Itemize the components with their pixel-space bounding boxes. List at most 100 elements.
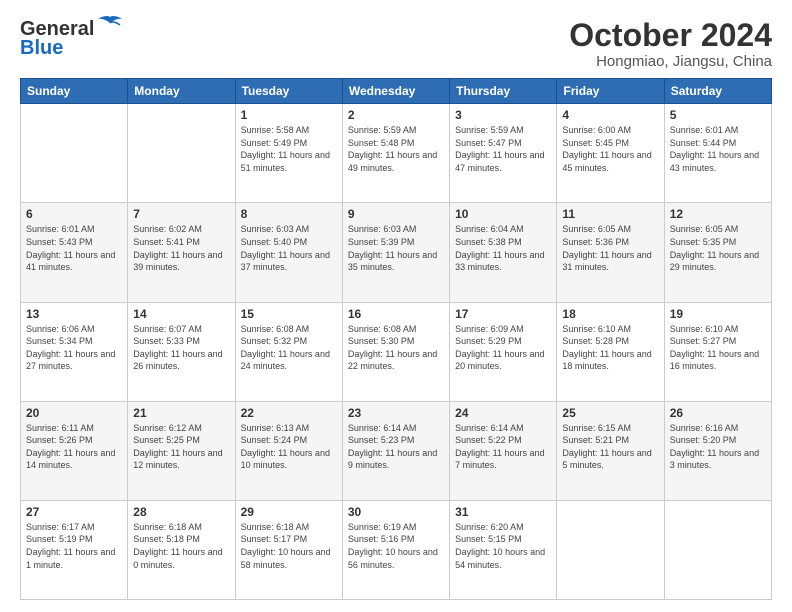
table-row: 26 Sunrise: 6:16 AM Sunset: 5:20 PM Dayli…: [664, 401, 771, 500]
day-info: Sunrise: 6:01 AM Sunset: 5:43 PM Dayligh…: [26, 223, 122, 273]
table-row: 4Sunrise: 6:00 AM Sunset: 5:45 PM Daylig…: [557, 104, 664, 203]
table-row: 10Sunrise: 6:04 AM Sunset: 5:38 PM Dayli…: [450, 203, 557, 302]
table-row: [128, 104, 235, 203]
table-row: 7 Sunrise: 6:02 AM Sunset: 5:41 PM Daylig…: [128, 203, 235, 302]
table-row: 27Sunrise: 6:17 AM Sunset: 5:19 PM Dayli…: [21, 500, 128, 599]
table-row: 21 Sunrise: 6:12 AM Sunset: 5:25 PM Dayli…: [128, 401, 235, 500]
header: General Blue October 2024 Hongmiao, Jian…: [20, 18, 772, 70]
table-row: 22 Sunrise: 6:13 AM Sunset: 5:24 PM Dayli…: [235, 401, 342, 500]
day-number: 10: [455, 207, 551, 221]
day-number: 14: [133, 307, 229, 321]
day-number: 3: [455, 108, 551, 122]
table-row: 16Sunrise: 6:08 AM Sunset: 5:30 PM Dayli…: [342, 302, 449, 401]
day-info: Sunrise: 6:11 AM Sunset: 5:26 PM Dayligh…: [26, 422, 122, 472]
day-number: 15: [241, 307, 337, 321]
calendar-table: Sunday Monday Tuesday Wednesday Thursday…: [20, 78, 772, 600]
table-row: 8 Sunrise: 6:03 AM Sunset: 5:40 PM Daylig…: [235, 203, 342, 302]
day-info: Sunrise: 6:13 AM Sunset: 5:24 PM Dayligh…: [241, 422, 337, 472]
day-number: 23: [348, 406, 444, 420]
day-info: Sunrise: 6:00 AM Sunset: 5:45 PM Dayligh…: [562, 124, 658, 174]
table-row: 13Sunrise: 6:06 AM Sunset: 5:34 PM Dayli…: [21, 302, 128, 401]
day-number: 1: [241, 108, 337, 122]
table-row: 17 Sunrise: 6:09 AM Sunset: 5:29 PM Dayli…: [450, 302, 557, 401]
logo: General Blue: [20, 18, 124, 60]
day-number: 9: [348, 207, 444, 221]
day-info: Sunrise: 6:05 AM Sunset: 5:35 PM Dayligh…: [670, 223, 766, 273]
day-number: 19: [670, 307, 766, 321]
calendar-title: October 2024: [569, 18, 772, 53]
day-number: 22: [241, 406, 337, 420]
table-row: 31 Sunrise: 6:20 AM Sunset: 5:15 PM Dayli…: [450, 500, 557, 599]
table-row: 5 Sunrise: 6:01 AM Sunset: 5:44 PM Daylig…: [664, 104, 771, 203]
table-row: [557, 500, 664, 599]
day-number: 30: [348, 505, 444, 519]
day-info: Sunrise: 6:03 AM Sunset: 5:40 PM Dayligh…: [241, 223, 337, 273]
day-number: 18: [562, 307, 658, 321]
table-row: 28 Sunrise: 6:18 AM Sunset: 5:18 PM Dayli…: [128, 500, 235, 599]
day-info: Sunrise: 6:06 AM Sunset: 5:34 PM Dayligh…: [26, 323, 122, 373]
day-info: Sunrise: 6:18 AM Sunset: 5:18 PM Dayligh…: [133, 521, 229, 571]
logo-blue: Blue: [20, 37, 63, 60]
day-number: 31: [455, 505, 551, 519]
day-info: Sunrise: 6:15 AM Sunset: 5:21 PM Dayligh…: [562, 422, 658, 472]
table-row: 12 Sunrise: 6:05 AM Sunset: 5:35 PM Dayli…: [664, 203, 771, 302]
day-info: Sunrise: 6:03 AM Sunset: 5:39 PM Dayligh…: [348, 223, 444, 273]
day-info: Sunrise: 6:14 AM Sunset: 5:23 PM Dayligh…: [348, 422, 444, 472]
day-info: Sunrise: 6:07 AM Sunset: 5:33 PM Dayligh…: [133, 323, 229, 373]
day-number: 21: [133, 406, 229, 420]
day-number: 20: [26, 406, 122, 420]
header-row: Sunday Monday Tuesday Wednesday Thursday…: [21, 79, 772, 104]
table-row: 6 Sunrise: 6:01 AM Sunset: 5:43 PM Daylig…: [21, 203, 128, 302]
day-number: 29: [241, 505, 337, 519]
table-row: 19 Sunrise: 6:10 AM Sunset: 5:27 PM Dayli…: [664, 302, 771, 401]
header-sunday: Sunday: [21, 79, 128, 104]
header-monday: Monday: [128, 79, 235, 104]
day-number: 6: [26, 207, 122, 221]
table-row: 30Sunrise: 6:19 AM Sunset: 5:16 PM Dayli…: [342, 500, 449, 599]
day-number: 17: [455, 307, 551, 321]
header-wednesday: Wednesday: [342, 79, 449, 104]
day-info: Sunrise: 6:16 AM Sunset: 5:20 PM Dayligh…: [670, 422, 766, 472]
day-number: 12: [670, 207, 766, 221]
day-info: Sunrise: 6:12 AM Sunset: 5:25 PM Dayligh…: [133, 422, 229, 472]
table-row: [21, 104, 128, 203]
day-number: 5: [670, 108, 766, 122]
day-info: Sunrise: 6:14 AM Sunset: 5:22 PM Dayligh…: [455, 422, 551, 472]
logo-bird-icon: [96, 15, 124, 37]
calendar-subtitle: Hongmiao, Jiangsu, China: [569, 53, 772, 70]
day-info: Sunrise: 6:09 AM Sunset: 5:29 PM Dayligh…: [455, 323, 551, 373]
day-info: Sunrise: 5:58 AM Sunset: 5:49 PM Dayligh…: [241, 124, 337, 174]
table-row: 3 Sunrise: 5:59 AM Sunset: 5:47 PM Daylig…: [450, 104, 557, 203]
day-number: 28: [133, 505, 229, 519]
header-thursday: Thursday: [450, 79, 557, 104]
table-row: 24Sunrise: 6:14 AM Sunset: 5:22 PM Dayli…: [450, 401, 557, 500]
day-number: 8: [241, 207, 337, 221]
day-info: Sunrise: 6:10 AM Sunset: 5:28 PM Dayligh…: [562, 323, 658, 373]
table-row: [664, 500, 771, 599]
day-info: Sunrise: 6:05 AM Sunset: 5:36 PM Dayligh…: [562, 223, 658, 273]
header-saturday: Saturday: [664, 79, 771, 104]
day-info: Sunrise: 6:10 AM Sunset: 5:27 PM Dayligh…: [670, 323, 766, 373]
day-number: 27: [26, 505, 122, 519]
table-row: 1 Sunrise: 5:58 AM Sunset: 5:49 PM Daylig…: [235, 104, 342, 203]
day-number: 26: [670, 406, 766, 420]
day-info: Sunrise: 5:59 AM Sunset: 5:48 PM Dayligh…: [348, 124, 444, 174]
table-row: 9 Sunrise: 6:03 AM Sunset: 5:39 PM Daylig…: [342, 203, 449, 302]
day-info: Sunrise: 6:08 AM Sunset: 5:32 PM Dayligh…: [241, 323, 337, 373]
day-number: 25: [562, 406, 658, 420]
day-number: 11: [562, 207, 658, 221]
day-info: Sunrise: 6:20 AM Sunset: 5:15 PM Dayligh…: [455, 521, 551, 571]
day-number: 7: [133, 207, 229, 221]
table-row: 2Sunrise: 5:59 AM Sunset: 5:48 PM Daylig…: [342, 104, 449, 203]
title-block: October 2024 Hongmiao, Jiangsu, China: [569, 18, 772, 70]
table-row: 20 Sunrise: 6:11 AM Sunset: 5:26 PM Dayli…: [21, 401, 128, 500]
header-tuesday: Tuesday: [235, 79, 342, 104]
day-info: Sunrise: 6:08 AM Sunset: 5:30 PM Dayligh…: [348, 323, 444, 373]
day-info: Sunrise: 6:02 AM Sunset: 5:41 PM Dayligh…: [133, 223, 229, 273]
table-row: 11 Sunrise: 6:05 AM Sunset: 5:36 PM Dayli…: [557, 203, 664, 302]
header-friday: Friday: [557, 79, 664, 104]
day-info: Sunrise: 5:59 AM Sunset: 5:47 PM Dayligh…: [455, 124, 551, 174]
table-row: 15 Sunrise: 6:08 AM Sunset: 5:32 PM Dayli…: [235, 302, 342, 401]
table-row: 25 Sunrise: 6:15 AM Sunset: 5:21 PM Dayli…: [557, 401, 664, 500]
day-info: Sunrise: 6:01 AM Sunset: 5:44 PM Dayligh…: [670, 124, 766, 174]
